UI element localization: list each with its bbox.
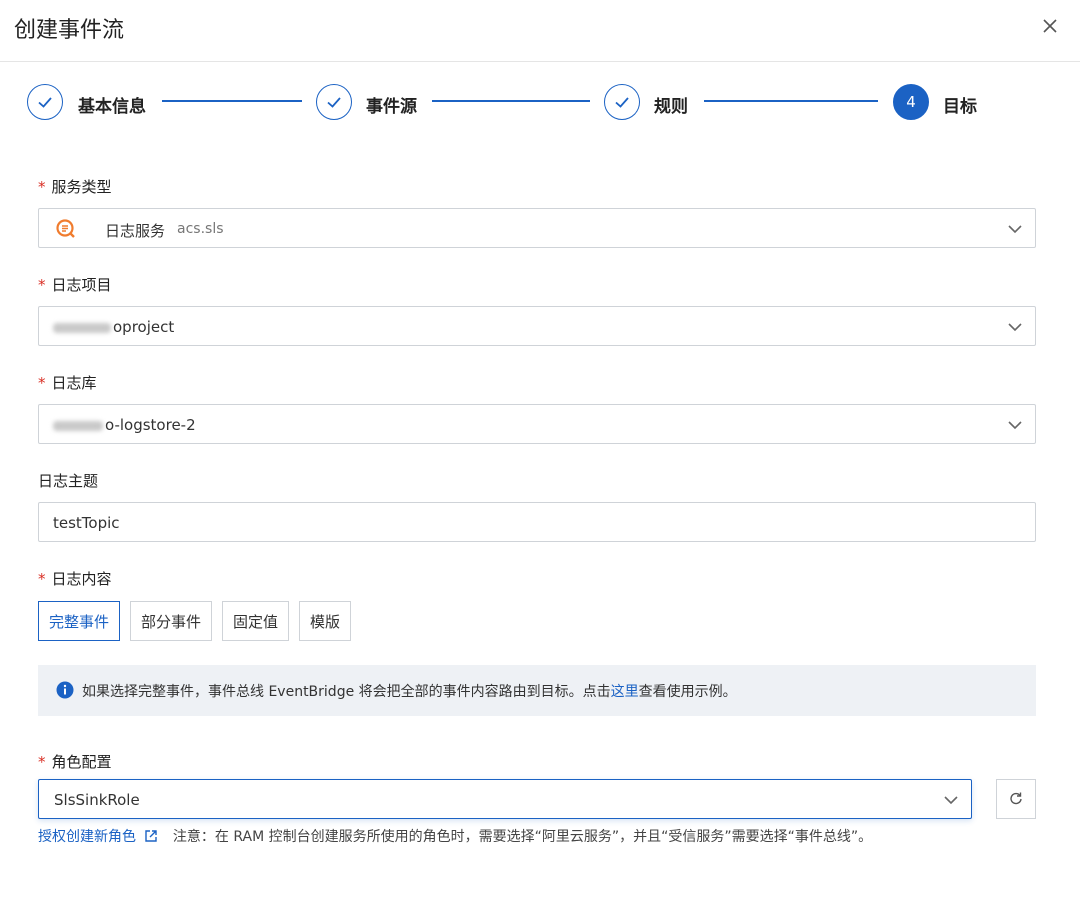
log-topic-input[interactable]: testTopic — [38, 502, 1036, 542]
service-type-name: 日志服务 — [105, 222, 166, 240]
redacted-text — [53, 322, 111, 333]
example-link[interactable]: 这里 — [611, 684, 639, 700]
required-mark: * — [38, 276, 46, 294]
service-type-select[interactable]: 日志服务 acs.sls — [38, 208, 1036, 248]
role-footer: 授权创建新角色 注意：在 RAM 控制台创建服务所使用的角色时，需要选择“阿里云… — [38, 826, 872, 847]
close-icon[interactable] — [1038, 14, 1062, 38]
option-complete-event[interactable]: 完整事件 — [38, 601, 120, 641]
dialog-title: 创建事件流 — [14, 18, 125, 43]
step-2-label: 事件源 — [366, 97, 417, 117]
log-topic-value: testTopic — [53, 514, 120, 532]
chevron-down-icon — [1005, 219, 1025, 239]
log-project-label: * 日志项目 — [38, 276, 112, 294]
step-connector-1 — [162, 100, 302, 102]
redacted-text — [53, 420, 103, 431]
refresh-icon — [1009, 790, 1023, 809]
option-fixed-value[interactable]: 固定值 — [222, 601, 289, 641]
step-connector-3 — [704, 100, 878, 102]
role-select[interactable]: SlsSinkRole — [38, 779, 972, 819]
log-topic-label: 日志主题 — [38, 472, 99, 490]
step-1-label: 基本信息 — [78, 97, 146, 117]
step-4-number: 4 — [893, 84, 929, 120]
required-mark: * — [38, 374, 46, 392]
log-project-value: oproject — [53, 318, 174, 336]
step-1-check-icon — [27, 84, 63, 120]
service-type-label: * 服务类型 — [38, 178, 112, 196]
log-store-label: * 日志库 — [38, 374, 97, 392]
step-3-label: 规则 — [654, 97, 688, 117]
log-content-label: * 日志内容 — [38, 570, 112, 588]
log-store-select[interactable]: o-logstore-2 — [38, 404, 1036, 444]
sls-service-icon — [55, 218, 77, 244]
info-text: 如果选择完整事件，事件总线 EventBridge 将会把全部的事件内容路由到目… — [82, 684, 737, 700]
role-note: 注意：在 RAM 控制台创建服务所使用的角色时，需要选择“阿里云服务”，并且“受… — [172, 829, 873, 845]
info-banner: 如果选择完整事件，事件总线 EventBridge 将会把全部的事件内容路由到目… — [38, 665, 1036, 716]
step-2-check-icon — [316, 84, 352, 120]
external-link-icon — [144, 829, 158, 847]
service-type-code: acs.sls — [177, 221, 224, 237]
step-4-label: 目标 — [943, 97, 977, 117]
chevron-down-icon — [941, 790, 961, 810]
create-role-link[interactable]: 授权创建新角色 — [38, 829, 163, 845]
info-icon — [56, 681, 74, 703]
option-partial-event[interactable]: 部分事件 — [130, 601, 212, 641]
role-config-label: * 角色配置 — [38, 753, 112, 771]
required-mark: * — [38, 753, 46, 771]
required-mark: * — [38, 178, 46, 196]
dialog-header: 创建事件流 — [0, 0, 1080, 62]
step-3-check-icon — [604, 84, 640, 120]
option-template[interactable]: 模版 — [299, 601, 351, 641]
log-project-select[interactable]: oproject — [38, 306, 1036, 346]
log-store-value: o-logstore-2 — [53, 416, 196, 434]
refresh-button[interactable] — [996, 779, 1036, 819]
step-connector-2 — [432, 100, 590, 102]
chevron-down-icon — [1005, 415, 1025, 435]
role-value: SlsSinkRole — [54, 791, 140, 809]
required-mark: * — [38, 570, 46, 588]
chevron-down-icon — [1005, 317, 1025, 337]
